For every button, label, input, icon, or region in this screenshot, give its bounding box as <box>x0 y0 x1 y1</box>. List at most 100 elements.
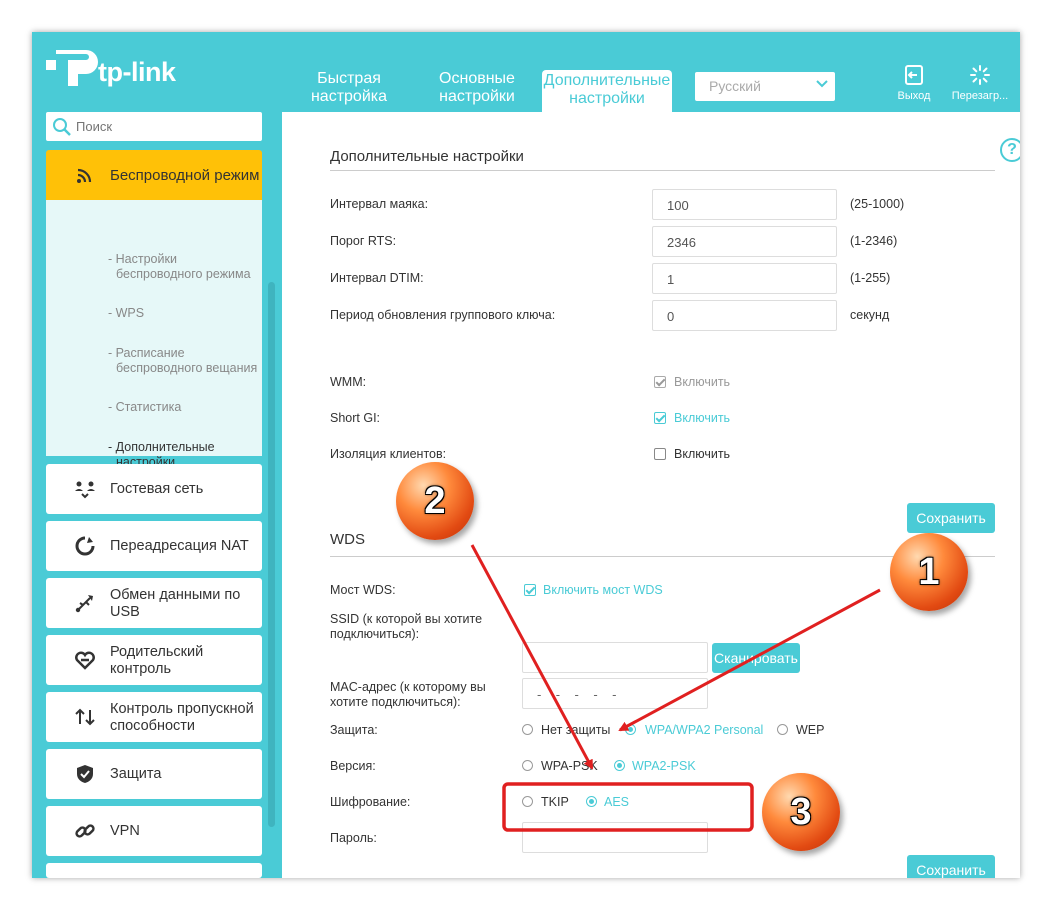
version-option-wpa-psk: WPA-PSK <box>541 759 598 773</box>
sidebar-item-label: Обмен данными по USB <box>110 587 240 621</box>
callout-1: 1 <box>890 533 968 611</box>
mac-label: MAC-адрес (к которому вы хотите подключит… <box>330 680 486 710</box>
wds-bridge-checkbox[interactable] <box>524 584 536 596</box>
sidebar-item-parental-control[interactable]: Родительский контроль <box>46 635 262 685</box>
wmm-label: WMM: <box>330 375 367 389</box>
mac-label-line2: хотите подключиться): <box>330 695 461 709</box>
submenu-schedule[interactable]: - Расписание беспроводного вещания <box>108 346 257 376</box>
callout-3: 3 <box>762 773 840 851</box>
submenu-statistics[interactable]: - Статистика <box>108 400 181 415</box>
bandwidth-icon <box>75 708 95 726</box>
tab-label: настройка <box>310 88 388 105</box>
sidebar-scrollbar[interactable] <box>268 282 275 827</box>
short-gi-label: Short GI: <box>330 411 381 425</box>
mac-input[interactable]: - - - - - <box>522 678 708 709</box>
ssid-input[interactable] <box>522 642 708 673</box>
help-icon[interactable]: ? <box>1000 138 1020 162</box>
encryption-option-tkip: TKIP <box>541 795 569 809</box>
logout-label: Выход <box>897 90 931 102</box>
submenu-wps[interactable]: - WPS <box>108 306 144 321</box>
divider <box>330 170 995 171</box>
security-radio-wep[interactable] <box>777 724 788 735</box>
dtim-interval-range: (1-255) <box>850 271 891 285</box>
version-radio-wpa2-psk[interactable] <box>614 760 625 771</box>
wifi-icon <box>77 168 92 183</box>
sidebar-item-bandwidth[interactable]: Контроль пропускной способности <box>46 692 262 742</box>
wds-bridge-option: Включить мост WDS <box>543 583 663 597</box>
shield-icon <box>77 765 93 783</box>
dtim-interval-label: Интервал DTIM: <box>330 271 424 285</box>
rts-threshold-input[interactable]: 2346 <box>652 226 837 257</box>
sidebar-item-vpn[interactable]: VPN <box>46 806 262 856</box>
reboot-icon <box>970 65 990 85</box>
logout-icon <box>905 65 923 85</box>
password-label: Пароль: <box>330 831 377 845</box>
sidebar-item-label: Родительский контроль <box>110 644 203 678</box>
sidebar-item-label: Переадресация NAT <box>110 538 249 554</box>
encryption-radio-aes[interactable] <box>586 796 597 807</box>
tab-label: настройки <box>569 90 645 107</box>
sidebar-item-label-line2: способности <box>110 718 196 734</box>
group-key-input[interactable]: 0 <box>652 300 837 331</box>
sidebar-item-label-line1: Родительский <box>110 644 204 660</box>
tab-basic[interactable]: Основные настройки <box>422 70 532 110</box>
reboot-button[interactable]: Перезагр... <box>950 64 1010 102</box>
search-box[interactable] <box>46 112 262 141</box>
sidebar-item-security[interactable]: Защита <box>46 749 262 799</box>
client-isolation-label: Изоляция клиентов: <box>330 447 447 461</box>
security-radio-none[interactable] <box>522 724 533 735</box>
sidebar-item-label: VPN <box>110 823 140 839</box>
submenu-label: - WPS <box>108 306 145 320</box>
short-gi-option: Включить <box>674 411 731 425</box>
submenu-wireless-settings[interactable]: - Настройки беспроводного режима <box>108 252 251 282</box>
search-input[interactable] <box>76 117 256 135</box>
guest-network-icon <box>75 481 95 499</box>
rts-threshold-label: Порог RTS: <box>330 234 397 248</box>
short-gi-checkbox[interactable] <box>654 412 666 424</box>
tab-advanced[interactable]: Дополнительные настройки <box>542 70 672 112</box>
sidebar-item-label: Гостевая сеть <box>110 481 204 497</box>
security-option-wpa: WPA/WPA2 Personal <box>645 723 764 737</box>
tab-label: Основные <box>439 70 515 87</box>
password-input[interactable] <box>522 822 708 853</box>
sidebar-item-wireless[interactable]: Беспроводной режим <box>46 150 262 200</box>
wmm-checkbox[interactable] <box>654 376 666 388</box>
router-admin-window: tp-link Быстрая настройка Основные настр… <box>32 32 1020 878</box>
sidebar-item-label: Защита <box>110 766 162 782</box>
vpn-icon <box>75 824 95 838</box>
language-select[interactable]: Русский <box>695 72 835 101</box>
sidebar-item-guest-network[interactable]: Гостевая сеть <box>46 464 262 514</box>
client-isolation-checkbox[interactable] <box>654 448 666 460</box>
submenu-label: - Статистика <box>108 400 182 414</box>
client-isolation-option: Включить <box>674 447 731 461</box>
security-radio-wpa[interactable] <box>625 724 636 735</box>
encryption-radio-tkip[interactable] <box>522 796 533 807</box>
search-icon <box>53 118 71 136</box>
group-key-label: Период обновления группового ключа: <box>330 308 556 322</box>
chevron-down-icon <box>816 80 828 88</box>
logout-button[interactable]: Выход <box>884 64 944 102</box>
security-option-none: Нет защиты <box>541 723 611 737</box>
tab-label: настройки <box>439 88 515 105</box>
sidebar-item-more[interactable] <box>46 863 262 878</box>
submenu-label: беспроводного вещания <box>116 361 258 375</box>
sidebar-item-nat[interactable]: Переадресация NAT <box>46 521 262 571</box>
mac-label-line1: MAC-адрес (к которому вы <box>330 680 486 694</box>
dtim-interval-input[interactable]: 1 <box>652 263 837 294</box>
tab-label: Дополнительные <box>543 72 671 89</box>
ssid-label-line2: подключиться): <box>330 627 420 641</box>
version-option-wpa2-psk: WPA2-PSK <box>632 759 696 773</box>
save-button-wds[interactable]: Сохранить <box>907 855 995 878</box>
tab-quick-setup[interactable]: Быстрая настройка <box>294 70 404 110</box>
section-title-advanced: Дополнительные настройки <box>330 148 524 165</box>
scan-button[interactable]: Сканировать <box>712 643 800 673</box>
security-option-wep: WEP <box>796 723 825 737</box>
group-key-unit: секунд <box>850 308 890 322</box>
save-button[interactable]: Сохранить <box>907 503 995 533</box>
sidebar-item-usb[interactable]: Обмен данными по USB <box>46 578 262 628</box>
usb-icon <box>75 595 93 613</box>
beacon-interval-input[interactable]: 100 <box>652 189 837 220</box>
beacon-interval-range: (25-1000) <box>850 197 905 211</box>
version-radio-wpa-psk[interactable] <box>522 760 533 771</box>
sidebar-item-label: Контроль пропускной способности <box>110 701 254 735</box>
